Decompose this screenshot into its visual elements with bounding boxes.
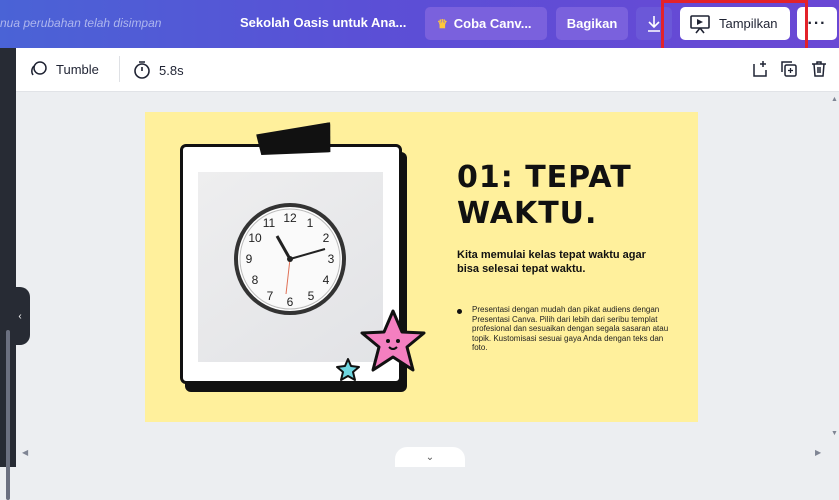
- bullet-text: Presentasi dengan mudah dan pikat audien…: [472, 305, 669, 352]
- bullet-item[interactable]: Presentasi dengan mudah dan pikat audien…: [457, 305, 672, 353]
- clock-number: 11: [263, 216, 276, 230]
- slide-subtitle[interactable]: Kita memulai kelas tepat waktu agar bisa…: [457, 248, 667, 276]
- clock-number: 12: [283, 211, 297, 225]
- download-icon: [648, 15, 660, 32]
- clock-number: 3: [328, 252, 335, 266]
- crown-icon: ♛: [437, 16, 448, 31]
- pink-star-sticker: [360, 309, 426, 372]
- slide-heading[interactable]: 01: TEPAT WAKTU.: [457, 160, 677, 232]
- clock-number: 10: [248, 231, 262, 245]
- bullet-dot: [457, 309, 462, 314]
- clock-number: 1: [307, 216, 314, 230]
- rail-scrollbar[interactable]: [6, 330, 10, 500]
- clock-number: 9: [246, 252, 253, 266]
- scroll-down-arrow-icon: ▼: [831, 430, 838, 437]
- chevron-down-icon: ⌄: [425, 451, 435, 463]
- timing-button[interactable]: 5.8s: [133, 60, 184, 80]
- clock-number: 7: [267, 289, 274, 303]
- animation-icon: [31, 61, 47, 76]
- duplicate-icon[interactable]: [779, 59, 799, 79]
- clock-number: 8: [252, 273, 259, 287]
- chevron-left-icon: ‹: [18, 310, 22, 322]
- scroll-right-arrow-icon[interactable]: ▶: [815, 448, 821, 457]
- clock-number: 5: [308, 289, 315, 303]
- editor-toolbar: Tumble 5.8s: [16, 48, 839, 92]
- clock-number: 2: [323, 231, 330, 245]
- trash-icon[interactable]: [809, 59, 829, 79]
- side-panel-rail: [0, 48, 16, 500]
- add-page-icon[interactable]: [750, 59, 770, 79]
- animation-button[interactable]: Tumble: [30, 60, 99, 78]
- toolbar-divider: [119, 56, 120, 82]
- clock-number: 6: [287, 295, 294, 309]
- expand-pages-button[interactable]: ⌄: [395, 447, 465, 467]
- timer-icon: [134, 61, 150, 79]
- document-title[interactable]: Sekolah Oasis untuk Ana...: [240, 15, 406, 30]
- try-canva-label: Coba Canv...: [453, 16, 532, 31]
- save-status: nua perubahan telah disimpan: [0, 16, 162, 30]
- try-canva-pro-button[interactable]: ♛ Coba Canv...: [425, 7, 547, 40]
- duration-label: 5.8s: [159, 62, 184, 78]
- share-button[interactable]: Bagikan: [556, 7, 628, 40]
- vertical-scrollbar[interactable]: ▲ ▼: [829, 92, 839, 462]
- collapse-panel-button[interactable]: ‹: [10, 287, 30, 345]
- scroll-left-arrow-icon[interactable]: ◀: [22, 448, 28, 457]
- clock-number: 4: [323, 273, 330, 287]
- slide[interactable]: 12 1 2 3 4 5 6 7 8 9 10 11 01: TEPAT WAK…: [145, 112, 698, 422]
- scroll-up-arrow-icon: ▲: [831, 96, 838, 103]
- present-highlight-box: [661, 0, 808, 51]
- blue-star-sticker: [336, 358, 360, 381]
- wall-clock-image: 12 1 2 3 4 5 6 7 8 9 10 11: [234, 203, 346, 315]
- animation-label: Tumble: [56, 61, 99, 77]
